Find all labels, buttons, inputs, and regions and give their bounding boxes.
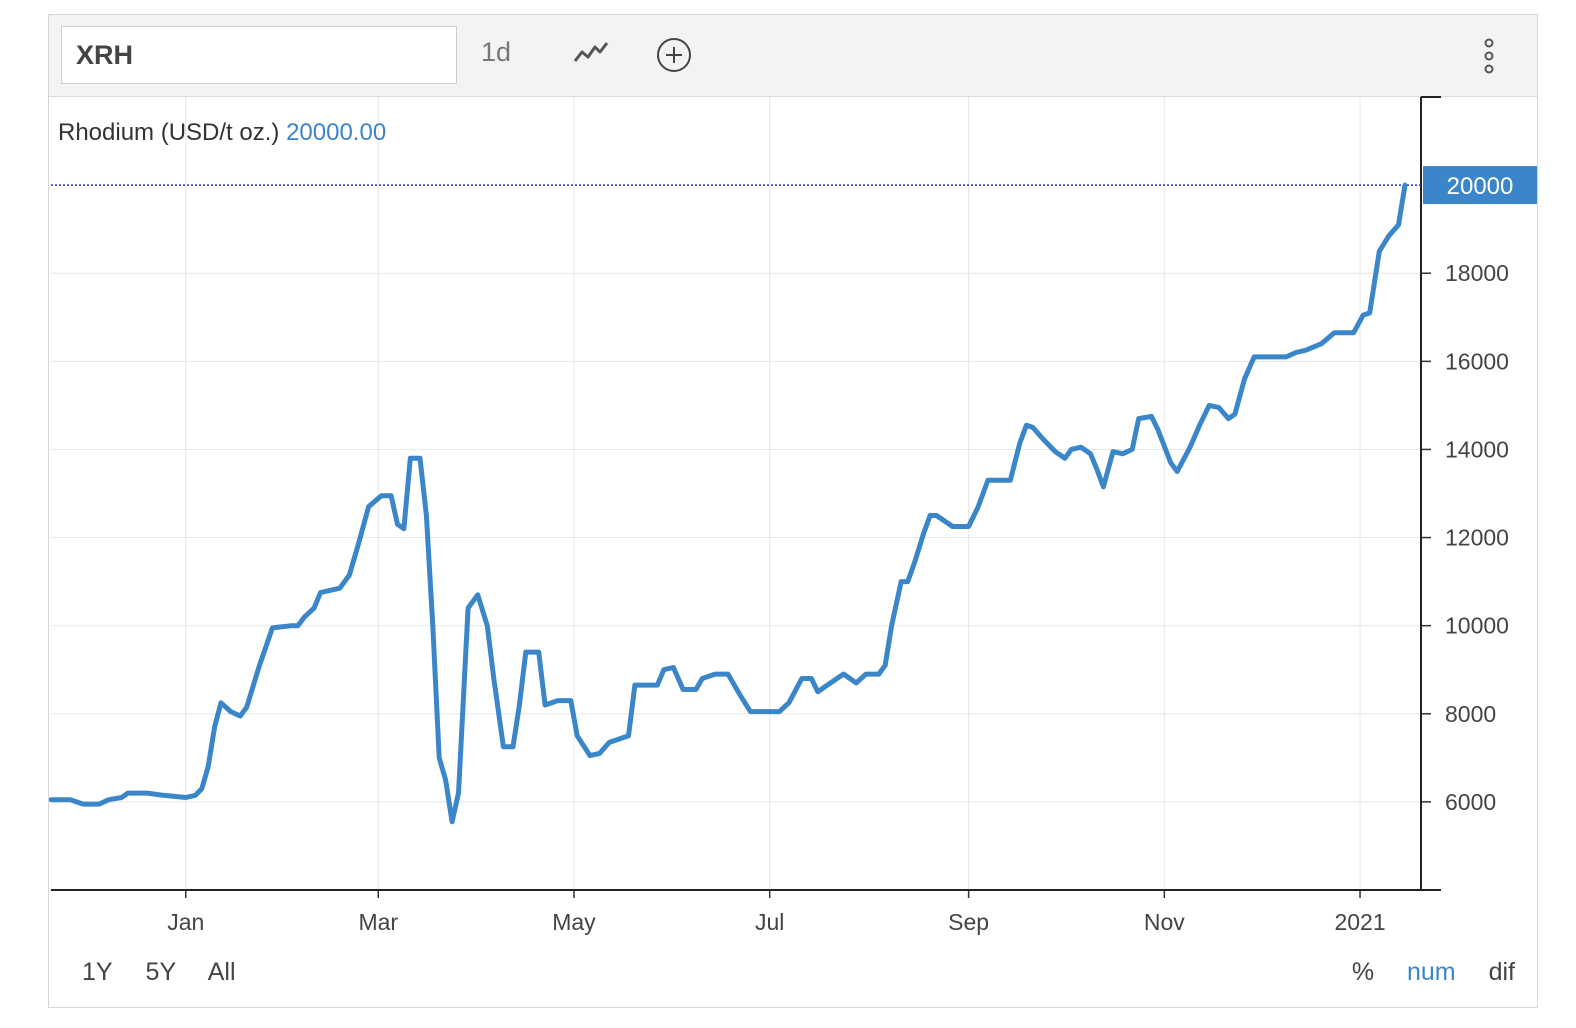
chart-widget: 1d 600080001000012000140001600018000JanM…: [48, 14, 1538, 1008]
x-tick-label: Jan: [167, 909, 204, 935]
y-tick-label: 10000: [1445, 613, 1509, 639]
x-tick-label: Sep: [948, 909, 989, 935]
legend-series-name: Rhodium (USD/t oz.): [58, 119, 280, 146]
y-tick-label: 12000: [1445, 525, 1509, 551]
mode-num-button[interactable]: num: [1407, 958, 1456, 986]
mode-selector: % num dif: [1326, 958, 1515, 987]
range-1y-button[interactable]: 1Y: [82, 958, 113, 986]
y-tick-label: 6000: [1445, 789, 1496, 815]
legend-series-value: 20000.00: [286, 119, 387, 146]
price-chart[interactable]: 6000 8000 10000 12000 14000 16000 18000 Jan Mar M…: [49, 15, 1539, 1009]
range-all-button[interactable]: All: [208, 958, 236, 986]
y-tick-label: 14000: [1445, 436, 1509, 462]
y-tick-label: 18000: [1445, 260, 1509, 286]
range-selector: 1Y 5Y All: [82, 958, 262, 987]
y-tick-label: 8000: [1445, 701, 1496, 727]
mode-dif-button[interactable]: dif: [1489, 958, 1515, 986]
x-tick-label: May: [552, 909, 596, 935]
x-tick-label: Mar: [358, 909, 398, 935]
x-tick-label: 2021: [1334, 909, 1385, 935]
last-price-label: 20000: [1447, 173, 1514, 200]
mode-percent-button[interactable]: %: [1352, 958, 1374, 986]
chart-legend: Rhodium (USD/t oz.) 20000.00: [58, 119, 386, 147]
range-5y-button[interactable]: 5Y: [146, 958, 177, 986]
y-tick-label: 16000: [1445, 348, 1509, 374]
x-tick-label: Jul: [755, 909, 784, 935]
series-line: [49, 182, 1408, 825]
x-tick-label: Nov: [1144, 909, 1185, 935]
